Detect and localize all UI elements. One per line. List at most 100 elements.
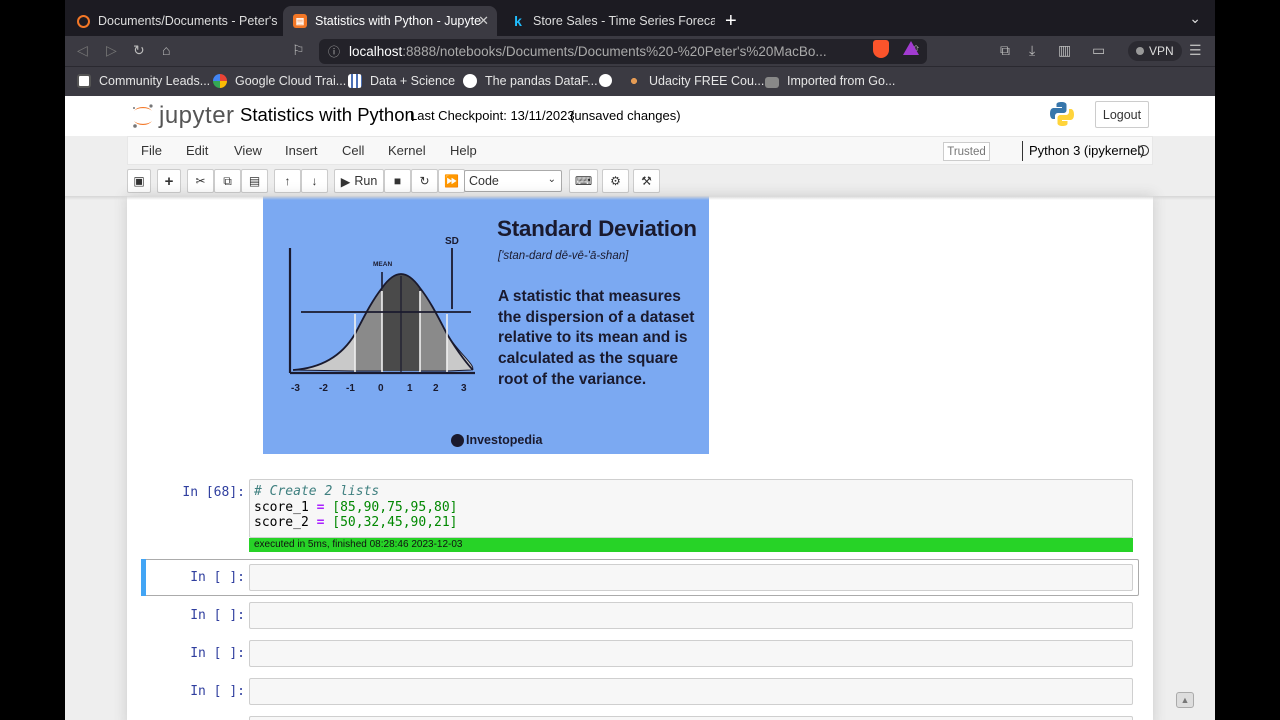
code-editor[interactable]: # Create 2 lists score_1 = [85,90,75,95,… — [250, 480, 1132, 535]
cell-type-select[interactable]: Code ⌄ — [464, 170, 562, 192]
jupyter-logo[interactable]: jupyter — [131, 102, 235, 130]
code-cell-input[interactable] — [249, 716, 1133, 720]
bookmark-item[interactable]: Data + Science — [348, 74, 455, 88]
code-cell-input[interactable]: # Create 2 lists score_1 = [85,90,75,95,… — [249, 479, 1133, 538]
menu-file[interactable]: File — [141, 143, 162, 158]
stop-icon: ■ — [393, 174, 402, 188]
home-icon[interactable]: ⌂ — [162, 42, 170, 58]
bookmark-folder[interactable]: Imported from Go... — [765, 74, 895, 88]
back-arrow-icon[interactable]: ◁ — [77, 42, 88, 59]
vpn-label: VPN — [1149, 44, 1174, 58]
chevron-down-icon: ⌄ — [547, 174, 556, 185]
settings-button[interactable]: ⚙ — [602, 169, 629, 193]
jupyter-favicon-icon — [77, 14, 90, 28]
url-path: :8888/notebooks/Documents/Documents%20-%… — [402, 44, 827, 59]
restart-run-all-button[interactable]: ⏩ — [438, 169, 465, 193]
code-variable: score_2 — [254, 515, 309, 530]
restart-icon: ↻ — [419, 174, 430, 188]
cell-prompt: In [ ]: — [190, 684, 245, 699]
tab-statistics-with-python[interactable]: ▤ Statistics with Python - Jupyte ✕ — [283, 6, 497, 36]
play-icon: ▶ — [340, 174, 351, 189]
paste-button[interactable]: ▤ — [241, 169, 268, 193]
axis-tick: -1 — [346, 383, 355, 394]
code-cell-input[interactable] — [249, 640, 1133, 667]
restart-button[interactable]: ↻ — [411, 169, 438, 193]
bookmark-item[interactable]: Udacity FREE Cou... — [627, 74, 764, 88]
move-up-button[interactable]: ↑ — [274, 169, 301, 193]
image-description: A statistic that measures the dispersion… — [498, 288, 695, 388]
code-cell-input[interactable] — [249, 678, 1133, 705]
pandas-favicon-icon — [463, 74, 477, 88]
notebook-favicon-icon: ▤ — [293, 14, 307, 28]
cut-button[interactable]: ✂ — [187, 169, 214, 193]
main-menu-icon[interactable]: ☰ — [1189, 42, 1202, 59]
wrench-icon: ⚒ — [641, 174, 652, 188]
folder-icon — [765, 76, 779, 88]
command-palette-button[interactable]: ⌨ — [569, 169, 598, 193]
menu-edit[interactable]: Edit — [186, 143, 208, 158]
bookmark-item[interactable]: Google Cloud Trai... — [213, 74, 346, 88]
close-tab-icon[interactable]: ✕ — [478, 13, 489, 29]
tab-store-sales[interactable]: k Store Sales - Time Series Forecasti — [501, 6, 715, 36]
axis-tick: 2 — [433, 383, 439, 394]
kernel-name[interactable]: Python 3 (ipykernel) — [1022, 141, 1145, 161]
brave-rewards-icon[interactable] — [903, 41, 919, 55]
mean-label: MEAN — [373, 261, 393, 268]
copy-button[interactable]: ⧉ — [214, 169, 241, 193]
logout-button[interactable]: Logout — [1095, 101, 1149, 128]
save-button[interactable]: ▣ — [127, 169, 151, 193]
move-down-button[interactable]: ↓ — [301, 169, 328, 193]
brave-shields-icon[interactable] — [873, 40, 889, 58]
menu-cell[interactable]: Cell — [342, 143, 364, 158]
code-cell-input[interactable] — [249, 564, 1133, 591]
downloads-icon[interactable]: ⤓ — [1029, 42, 1035, 59]
sidebar-icon[interactable]: ▥ — [1058, 42, 1071, 59]
new-tab-button[interactable]: + — [725, 10, 737, 33]
scroll-to-top-icon[interactable]: ▲ — [1176, 692, 1194, 708]
bookmark-item[interactable] — [599, 74, 620, 87]
bookmark-item[interactable]: Community Leads... — [77, 74, 210, 88]
wallet-icon[interactable]: ▭ — [1092, 42, 1105, 59]
menu-help[interactable]: Help — [450, 143, 477, 158]
site-info-icon[interactable]: ⓘ — [328, 43, 340, 60]
gear-icon: ⚙ — [610, 174, 621, 188]
tab-list-chevron-icon[interactable]: ⌄ — [1189, 10, 1201, 27]
insert-cell-button[interactable]: + — [157, 169, 181, 193]
run-button[interactable]: ▶ Run — [334, 169, 384, 193]
interrupt-button[interactable]: ■ — [384, 169, 411, 193]
cell-prompt: In [ ]: — [190, 608, 245, 623]
menu-insert[interactable]: Insert — [285, 143, 318, 158]
udacity-favicon-icon — [627, 74, 641, 88]
trusted-indicator[interactable]: Trusted — [943, 142, 990, 161]
arrow-up-icon: ↑ — [284, 174, 291, 188]
code-cell-input[interactable] — [249, 602, 1133, 629]
bookmark-label: The pandas DataF... — [485, 74, 598, 88]
extensions-icon[interactable]: ⧉ — [1000, 42, 1010, 59]
kaggle-favicon-icon: k — [514, 13, 522, 29]
bookmark-icon[interactable]: ⚐ — [292, 42, 305, 59]
forward-arrow-icon[interactable]: ▷ — [106, 42, 117, 59]
unsaved-status: (unsaved changes) — [570, 108, 681, 123]
plus-icon: + — [164, 172, 174, 190]
menu-view[interactable]: View — [234, 143, 262, 158]
vpn-button[interactable]: VPN — [1128, 41, 1182, 61]
nbextension-button[interactable]: ⚒ — [633, 169, 660, 193]
url-host: localhost — [349, 44, 403, 59]
notebook-container: MEAN SD -3 -2 -1 0 1 2 3 Standard Deviat… — [127, 196, 1153, 720]
reload-icon[interactable]: ↻ — [133, 42, 145, 59]
brand-text: Investopedia — [466, 433, 543, 447]
image-phonetic: ['stan-dard dē-vē-'ā-shan] — [498, 250, 629, 262]
code-list-literal: [50,32,45,90,21] — [332, 515, 458, 530]
menu-bar: File Edit View Insert Cell Kernel Help T… — [127, 136, 1153, 165]
bookmark-label: Imported from Go... — [787, 74, 896, 88]
cell-type-value: Code — [469, 174, 499, 188]
image-title: Standard Deviation — [497, 216, 697, 241]
address-bar[interactable]: ⓘ localhost:8888/notebooks/Documents/Doc… — [319, 39, 927, 64]
tab-documents[interactable]: Documents/Documents - Peter's M — [67, 6, 279, 36]
bookmark-item[interactable]: The pandas DataF... — [463, 74, 598, 88]
notebook-title[interactable]: Statistics with Python — [240, 104, 415, 126]
browser-toolbar: ◁ ▷ ↻ ⌂ ⚐ ⓘ localhost:8888/notebooks/Doc… — [65, 36, 1215, 66]
grid-favicon-icon — [348, 74, 362, 88]
menu-kernel[interactable]: Kernel — [388, 143, 426, 158]
scissors-icon: ✂ — [195, 174, 206, 188]
